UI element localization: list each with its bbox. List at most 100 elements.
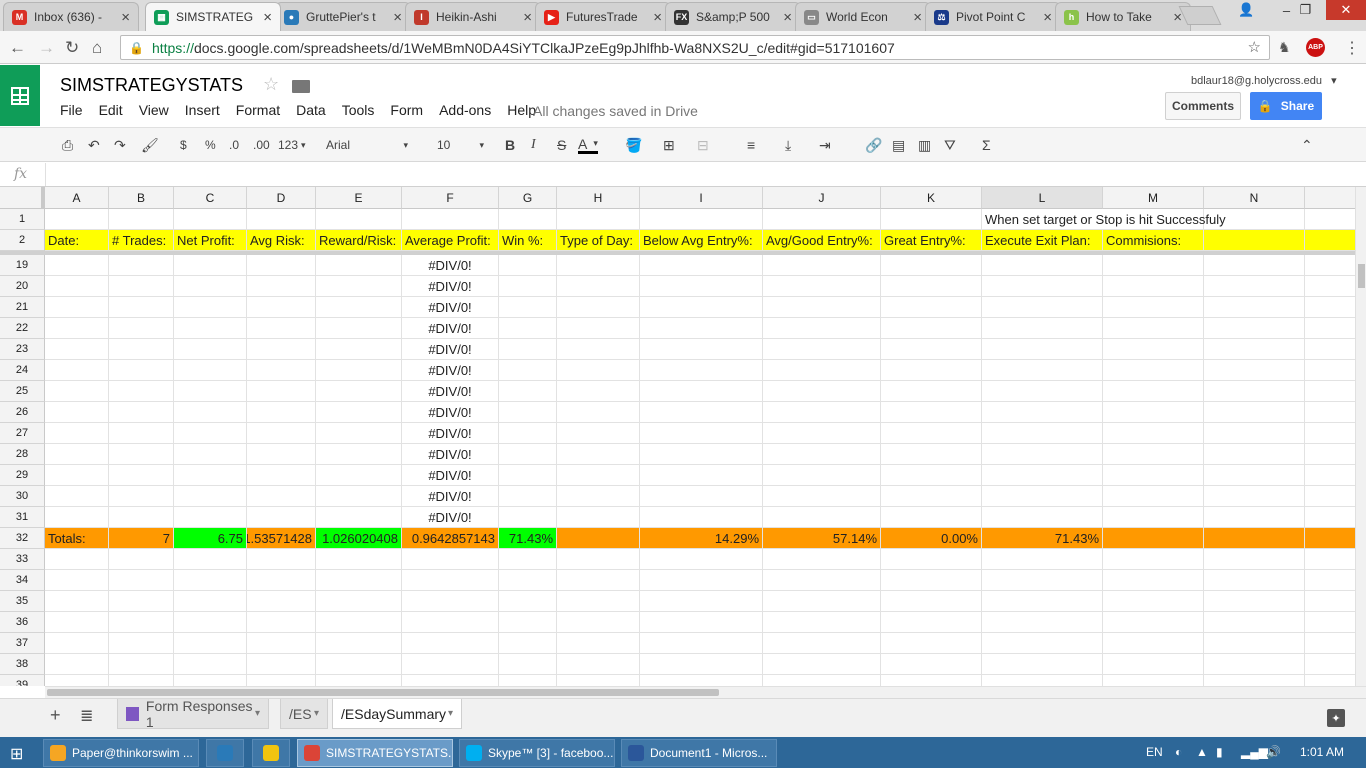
header-cell[interactable]: Average Profit: bbox=[402, 230, 499, 251]
cell[interactable] bbox=[982, 339, 1103, 360]
align-left-icon[interactable]: ≡ bbox=[747, 136, 755, 154]
cell[interactable] bbox=[109, 423, 174, 444]
cell[interactable] bbox=[316, 549, 402, 570]
header-cell[interactable]: Commisions: bbox=[1103, 230, 1204, 251]
div-error-cell[interactable]: #DIV/0! bbox=[402, 381, 499, 402]
cell[interactable] bbox=[499, 570, 557, 591]
cell[interactable] bbox=[1305, 675, 1355, 686]
cell[interactable] bbox=[45, 402, 109, 423]
row-header[interactable]: 21 bbox=[0, 297, 45, 318]
cell[interactable] bbox=[881, 570, 982, 591]
cell[interactable] bbox=[640, 402, 763, 423]
cell[interactable] bbox=[316, 612, 402, 633]
row-header[interactable]: 20 bbox=[0, 276, 45, 297]
cell[interactable] bbox=[881, 276, 982, 297]
cell[interactable] bbox=[881, 612, 982, 633]
totals-cell[interactable]: 71.43% bbox=[499, 528, 557, 549]
menu-add-ons[interactable]: Add-ons bbox=[439, 102, 491, 118]
cell[interactable] bbox=[1305, 297, 1355, 318]
collapse-icon[interactable]: ⌃ bbox=[1301, 136, 1313, 154]
cell[interactable] bbox=[557, 633, 640, 654]
cell[interactable] bbox=[1103, 297, 1204, 318]
cell[interactable] bbox=[640, 339, 763, 360]
cell[interactable] bbox=[1103, 654, 1204, 675]
cell[interactable] bbox=[1305, 570, 1355, 591]
cell[interactable] bbox=[316, 276, 402, 297]
cell[interactable] bbox=[499, 381, 557, 402]
browser-tab[interactable]: h How to Take × bbox=[1055, 2, 1191, 31]
close-tab-icon[interactable]: × bbox=[1043, 9, 1052, 26]
cell[interactable] bbox=[1305, 633, 1355, 654]
select-all-corner[interactable] bbox=[0, 187, 45, 209]
cell[interactable] bbox=[1204, 444, 1305, 465]
menu-data[interactable]: Data bbox=[296, 102, 326, 118]
cell[interactable] bbox=[1305, 444, 1355, 465]
cell[interactable] bbox=[1204, 507, 1305, 528]
cell[interactable] bbox=[982, 633, 1103, 654]
cell[interactable] bbox=[499, 654, 557, 675]
cell[interactable] bbox=[640, 276, 763, 297]
cell[interactable] bbox=[1305, 486, 1355, 507]
cell[interactable] bbox=[174, 465, 247, 486]
cell[interactable] bbox=[174, 486, 247, 507]
cell[interactable] bbox=[763, 318, 881, 339]
cell[interactable] bbox=[1204, 633, 1305, 654]
cell[interactable] bbox=[45, 507, 109, 528]
row-header[interactable]: 1 bbox=[0, 209, 45, 230]
folder-icon[interactable] bbox=[292, 80, 310, 93]
cell[interactable] bbox=[1204, 486, 1305, 507]
cell[interactable] bbox=[763, 276, 881, 297]
cell[interactable] bbox=[45, 570, 109, 591]
cell[interactable] bbox=[402, 612, 499, 633]
show-hidden-icons[interactable]: ▲ bbox=[1196, 745, 1208, 759]
cell[interactable] bbox=[499, 549, 557, 570]
cell[interactable] bbox=[45, 297, 109, 318]
cell[interactable] bbox=[982, 318, 1103, 339]
cell[interactable] bbox=[109, 402, 174, 423]
totals-cell[interactable]: Totals: bbox=[45, 528, 109, 549]
cell[interactable] bbox=[557, 612, 640, 633]
cell[interactable] bbox=[763, 486, 881, 507]
cell[interactable] bbox=[1305, 591, 1355, 612]
column-header-h[interactable]: H bbox=[557, 187, 640, 209]
close-tab-icon[interactable]: × bbox=[263, 9, 272, 26]
cell[interactable] bbox=[316, 318, 402, 339]
vertical-scroll-thumb[interactable] bbox=[1358, 264, 1365, 288]
explore-icon[interactable]: ✦ bbox=[1327, 709, 1345, 727]
cell[interactable] bbox=[1103, 339, 1204, 360]
cell[interactable] bbox=[982, 612, 1103, 633]
insert-chart-icon[interactable]: ▥ bbox=[918, 136, 931, 154]
column-header-d[interactable]: D bbox=[247, 187, 316, 209]
cell[interactable] bbox=[881, 297, 982, 318]
cell[interactable] bbox=[316, 507, 402, 528]
comments-button[interactable]: Comments bbox=[1165, 92, 1241, 120]
cell[interactable] bbox=[640, 423, 763, 444]
cell[interactable] bbox=[174, 318, 247, 339]
header-cell[interactable]: Below Avg Entry%: bbox=[640, 230, 763, 251]
cell[interactable] bbox=[402, 549, 499, 570]
cell[interactable] bbox=[174, 591, 247, 612]
cell[interactable] bbox=[109, 633, 174, 654]
cell[interactable] bbox=[247, 570, 316, 591]
cell[interactable] bbox=[763, 507, 881, 528]
cell[interactable] bbox=[763, 360, 881, 381]
cell[interactable] bbox=[881, 402, 982, 423]
div-error-cell[interactable]: #DIV/0! bbox=[402, 339, 499, 360]
cell[interactable] bbox=[640, 209, 763, 230]
menu-file[interactable]: File bbox=[60, 102, 83, 118]
cell[interactable] bbox=[109, 444, 174, 465]
reload-icon[interactable]: ↻ bbox=[65, 38, 79, 58]
cell[interactable] bbox=[557, 591, 640, 612]
cell[interactable] bbox=[316, 444, 402, 465]
cell[interactable] bbox=[982, 381, 1103, 402]
cell[interactable] bbox=[763, 444, 881, 465]
div-error-cell[interactable]: #DIV/0! bbox=[402, 255, 499, 276]
cell[interactable] bbox=[174, 402, 247, 423]
cell[interactable] bbox=[247, 318, 316, 339]
cell[interactable] bbox=[557, 255, 640, 276]
strikethrough-button[interactable]: S bbox=[557, 136, 566, 154]
url-input[interactable]: 🔒 https:// docs.google.com/spreadsheets/… bbox=[120, 35, 1270, 60]
sheet-tab[interactable]: /ESdaySummary ▾ bbox=[332, 699, 462, 729]
cell[interactable] bbox=[45, 360, 109, 381]
div-error-cell[interactable]: #DIV/0! bbox=[402, 423, 499, 444]
